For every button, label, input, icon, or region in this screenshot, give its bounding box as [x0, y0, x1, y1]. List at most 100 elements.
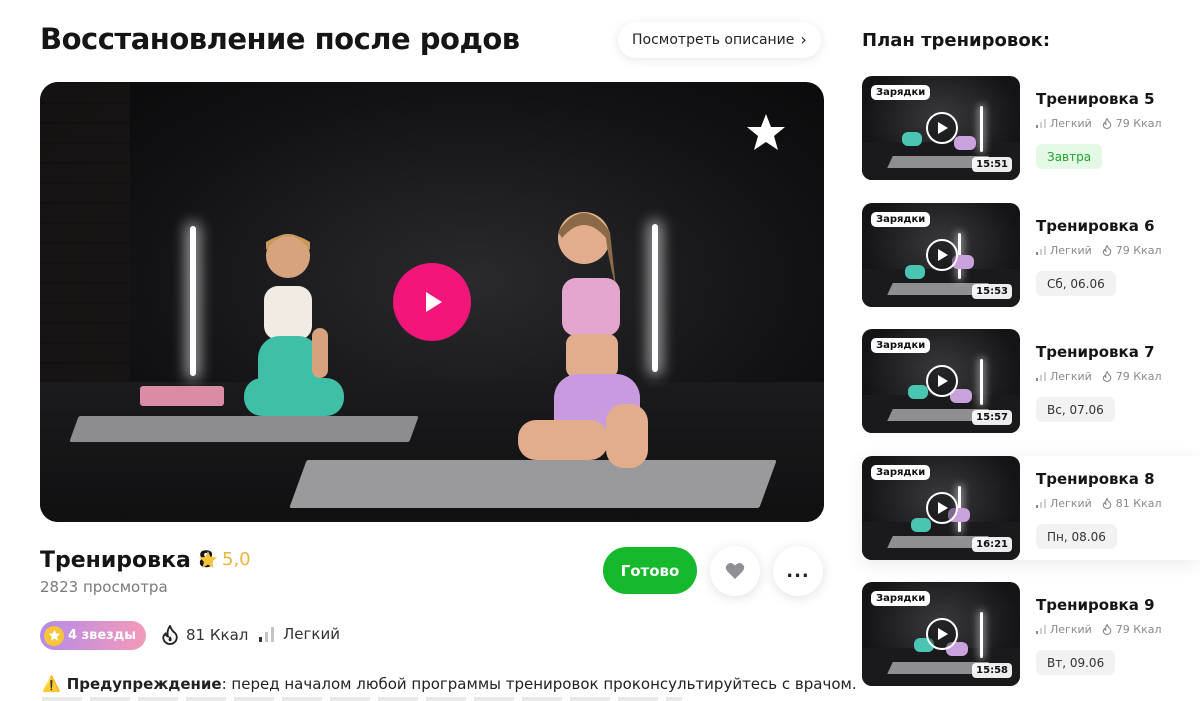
warning-icon: ⚠️	[42, 675, 61, 693]
plan-item-duration: 15:57	[972, 410, 1012, 425]
plan-item-title[interactable]: Тренировка 8	[1036, 470, 1155, 488]
plan-item-level: Легкий	[1050, 370, 1092, 383]
rating-value: 5,0	[222, 549, 251, 570]
plan-item-kcal: 79 Ккал	[1115, 244, 1162, 257]
plan-item-title[interactable]: Тренировка 5	[1036, 90, 1155, 108]
like-button[interactable]	[710, 546, 760, 596]
video-player[interactable]	[40, 82, 824, 522]
stars-badge-label: 4 звезды	[68, 628, 136, 643]
play-icon[interactable]	[926, 112, 958, 144]
plan-item-meta: Легкий 79 Ккал	[1036, 117, 1161, 130]
star-coin-icon	[44, 625, 64, 646]
flame-icon	[162, 625, 178, 645]
view-description-button[interactable]: Посмотреть описание ›	[618, 22, 821, 58]
plan-item-date: Вс, 07.06	[1036, 397, 1115, 422]
stars-badge: 4 звезды	[40, 621, 146, 650]
difficulty-bars-icon	[1036, 372, 1046, 381]
plan-item-kcal: 79 Ккал	[1115, 623, 1162, 636]
page-title: Восстановление после родов	[40, 22, 520, 56]
difficulty-bars-icon	[1036, 119, 1046, 128]
plan-item-meta: Легкий 79 Ккал	[1036, 623, 1161, 636]
chevron-right-icon: ›	[800, 30, 807, 49]
plan-item-date: Сб, 06.06	[1036, 271, 1116, 296]
view-description-label: Посмотреть описание	[632, 32, 795, 48]
plan-item-tag: Зарядки	[871, 338, 931, 353]
play-icon[interactable]	[926, 365, 958, 397]
warning-message: : перед началом любой программы трениров…	[221, 675, 857, 693]
plan-item-thumbnail[interactable]: Зарядки 15:51	[862, 76, 1020, 180]
plan-title: План тренировок:	[862, 30, 1051, 51]
level-info: Легкий	[258, 625, 340, 643]
plan-item-thumbnail[interactable]: Зарядки 16:21	[862, 456, 1020, 560]
calories-value: 81 Ккал	[186, 626, 249, 644]
play-icon[interactable]	[926, 618, 958, 650]
video-scene-person-right	[518, 212, 648, 468]
plan-item-tag: Зарядки	[871, 212, 931, 227]
plan-item-title[interactable]: Тренировка 6	[1036, 217, 1155, 235]
thumbnail-person-1	[905, 265, 925, 279]
plan-item[interactable]: Зарядки 15:57 Тренировка 7 Легкий 79 Ккал Вс,…	[862, 329, 1200, 433]
thumbnail-person-1	[908, 385, 928, 399]
flame-icon	[1102, 245, 1112, 256]
plan-item-tag: Зарядки	[871, 465, 931, 480]
plan-item-level: Легкий	[1050, 623, 1092, 636]
thumbnail-person-2	[954, 136, 976, 150]
plan-item-level: Легкий	[1050, 244, 1092, 257]
plan-item-tag: Зарядки	[871, 591, 931, 606]
done-button[interactable]: Готово	[603, 547, 697, 594]
plan-item-thumbnail[interactable]: Зарядки 15:58	[862, 582, 1020, 686]
video-scene-wall	[40, 82, 130, 422]
plan-item[interactable]: Зарядки 15:53 Тренировка 6 Легкий 79 Ккал Сб,…	[862, 203, 1200, 307]
plan-item-level: Легкий	[1050, 117, 1092, 130]
video-scene-lamp-left	[190, 226, 196, 376]
thumbnail-lamp	[980, 359, 983, 405]
thumbnail-lamp	[980, 612, 983, 658]
thumbnail-person-1	[911, 518, 931, 532]
plan-item-kcal: 79 Ккал	[1115, 370, 1162, 383]
plan-item-kcal: 79 Ккал	[1115, 117, 1162, 130]
plan-item[interactable]: Зарядки 16:21 Тренировка 8 Легкий 81 Ккал Пн,…	[862, 456, 1200, 560]
calories-info: 81 Ккал	[161, 625, 248, 645]
play-button[interactable]	[393, 263, 471, 341]
heart-icon	[725, 562, 745, 579]
truncated-text-line	[42, 697, 682, 701]
thumbnail-person-1	[902, 132, 922, 146]
plan-item-date: Завтра	[1036, 144, 1103, 169]
difficulty-bars-icon	[1036, 499, 1046, 508]
plan-item[interactable]: Зарядки 15:58 Тренировка 9 Легкий 79 Ккал Вт,…	[862, 582, 1200, 686]
plan-item-meta: Легкий 79 Ккал	[1036, 244, 1161, 257]
flame-icon	[1102, 624, 1112, 635]
plan-item-date: Пн, 08.06	[1036, 524, 1117, 549]
video-scene-blocks	[140, 386, 224, 406]
plan-item-kcal: 81 Ккал	[1115, 497, 1162, 510]
plan-item-duration: 16:21	[972, 537, 1012, 552]
flame-icon	[1102, 498, 1112, 509]
play-icon[interactable]	[926, 239, 958, 271]
rating-star-icon	[199, 550, 217, 568]
plan-item-level: Легкий	[1050, 497, 1092, 510]
workout-title: Тренировка 8	[40, 548, 214, 573]
plan-item-thumbnail[interactable]: Зарядки 15:53	[862, 203, 1020, 307]
difficulty-bars-icon	[1036, 625, 1046, 634]
plan-item-title[interactable]: Тренировка 7	[1036, 343, 1155, 361]
difficulty-bars-icon	[259, 627, 274, 642]
plan-item-duration: 15:58	[972, 663, 1012, 678]
plan-item[interactable]: Зарядки 15:51 Тренировка 5 Легкий 79 Ккал Зав…	[862, 76, 1200, 180]
views-count: 2823 просмотра	[40, 578, 168, 596]
plan-item-date: Вт, 09.06	[1036, 650, 1116, 675]
warning-text: ⚠️ Предупреждение: перед началом любой пр…	[42, 675, 857, 693]
star-icon[interactable]	[746, 112, 786, 152]
plan-item-thumbnail[interactable]: Зарядки 15:57	[862, 329, 1020, 433]
thumbnail-lamp	[980, 106, 983, 152]
plan-item-meta: Легкий 81 Ккал	[1036, 497, 1161, 510]
play-icon	[426, 292, 442, 312]
video-scene-person-left	[244, 234, 344, 416]
flame-icon	[1102, 118, 1112, 129]
workout-rating: 5,0	[198, 549, 251, 570]
plan-item-title[interactable]: Тренировка 9	[1036, 596, 1155, 614]
play-icon[interactable]	[926, 492, 958, 524]
flame-icon	[1102, 371, 1112, 382]
difficulty-bars-icon	[1036, 246, 1046, 255]
more-options-button[interactable]: ...	[773, 546, 823, 596]
warning-label: Предупреждение	[66, 675, 222, 693]
